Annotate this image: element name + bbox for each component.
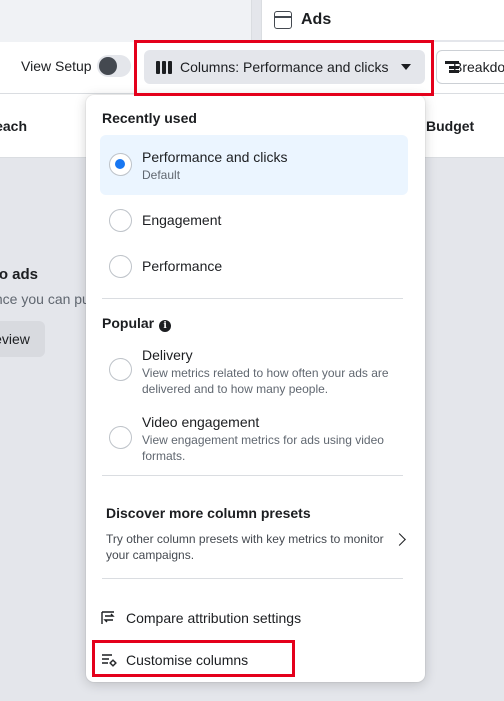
empty-state-description: Once you can publish	[0, 291, 94, 307]
columns-button[interactable]: Columns: Performance and clicks	[144, 50, 425, 84]
compare-attribution-button[interactable]: Compare attribution settings	[100, 603, 400, 633]
review-button[interactable]: Review	[0, 321, 45, 357]
option-label: Performance and clicks	[142, 149, 288, 165]
recently-used-heading: Recently used	[102, 110, 197, 126]
divider	[102, 475, 403, 476]
breakdown-button[interactable]: Breakdown	[436, 50, 504, 84]
compare-attribution-label: Compare attribution settings	[126, 610, 302, 626]
ads-tab-title: Ads	[301, 11, 332, 28]
option-delivery[interactable]: Delivery View metrics related to how oft…	[100, 341, 408, 401]
option-label: Engagement	[142, 212, 222, 228]
discover-presets-link[interactable]: Discover more column presets Try other c…	[98, 500, 408, 570]
chevron-right-icon	[393, 533, 406, 546]
divider	[102, 298, 403, 299]
radio-unchecked-icon	[109, 209, 132, 232]
option-sublabel: Default	[142, 168, 181, 182]
radio-unchecked-icon	[109, 426, 132, 449]
compare-attribution-icon	[100, 609, 118, 627]
columns-button-label: Columns: Performance and clicks	[180, 59, 389, 75]
review-button-label: Review	[0, 331, 30, 347]
popular-heading-label: Popular	[102, 315, 155, 331]
option-label: Delivery	[142, 347, 193, 363]
customise-columns-label: Customise columns	[126, 652, 249, 668]
columns-dropdown: Recently used Performance and clicks Def…	[86, 95, 425, 682]
empty-state-title: No ads	[0, 266, 39, 283]
breakdown-button-label: Breakdown	[453, 59, 504, 75]
columns-icon	[156, 60, 172, 74]
option-description: View metrics related to how often your a…	[142, 366, 389, 396]
popular-heading: Popular i	[102, 315, 172, 332]
info-icon[interactable]: i	[159, 320, 172, 332]
option-engagement[interactable]: Engagement	[100, 199, 408, 241]
ads-tab[interactable]: Ads	[261, 0, 504, 40]
view-setup-toggle[interactable]	[97, 55, 131, 77]
option-performance[interactable]: Performance	[100, 245, 408, 287]
customise-columns-button[interactable]: Customise columns	[100, 645, 400, 675]
discover-description: Try other column presets with key metric…	[106, 532, 384, 562]
discover-title: Discover more column presets	[106, 505, 311, 521]
empty-state: No ads Once you can publish Review	[0, 0, 94, 701]
option-description: View engagement metrics for ads using vi…	[142, 433, 384, 463]
option-label: Performance	[142, 258, 223, 274]
customise-columns-icon	[100, 651, 118, 669]
caret-down-icon	[401, 64, 411, 70]
option-video-engagement[interactable]: Video engagement View engagement metrics…	[100, 408, 408, 468]
option-label: Video engagement	[142, 414, 260, 430]
option-performance-and-clicks[interactable]: Performance and clicks Default	[100, 135, 408, 195]
radio-checked-icon	[109, 153, 132, 176]
panel-icon	[274, 11, 292, 29]
toggle-knob	[99, 57, 117, 75]
divider	[102, 578, 403, 579]
radio-unchecked-icon	[109, 358, 132, 381]
column-header-budget[interactable]: Budget	[426, 118, 474, 134]
radio-unchecked-icon	[109, 255, 132, 278]
